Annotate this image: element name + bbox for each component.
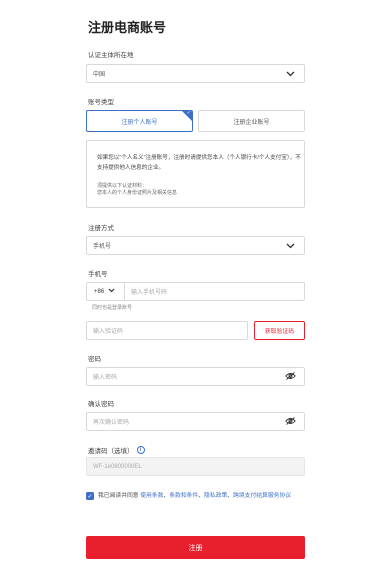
phone-hint: 同时也是登录账号 [92, 305, 133, 311]
confirm-password-label: 确认密码 [88, 401, 114, 408]
account-type-info-panel: 如果您以“个人名义”注册账号，注册时请提供您本人（个人银行卡/个人支付宝），不支… [86, 140, 305, 208]
register-method-label: 注册方式 [88, 225, 114, 232]
invite-code-input: WF-1e0800000EL [86, 457, 305, 476]
register-method-value: 手机号 [93, 244, 112, 250]
verification-code-input[interactable]: 输入验证码 [86, 321, 248, 340]
country-code-select[interactable]: +86 [87, 283, 125, 300]
phone-input-group: +86 输入手机号码 [86, 282, 305, 301]
region-label: 认证主体所在地 [88, 52, 134, 59]
invite-code-label: 邀请码（选填） [88, 448, 134, 455]
privacy-policy-link[interactable]: 隐私政策 [204, 493, 227, 499]
register-method-select[interactable]: 手机号 [86, 236, 305, 255]
password-field[interactable]: 输入密码 [86, 367, 305, 386]
info-icon[interactable]: i [136, 446, 145, 454]
register-button[interactable]: 注册 [86, 536, 305, 559]
requirement-line: 须提供以下认证材料： [97, 183, 148, 189]
requirement-line: 您本人的个人身份证照片及相关信息 [97, 190, 178, 196]
chevron-down-icon [285, 68, 296, 79]
requirements-list: 须提供以下认证材料： 您本人的个人身份证照片及相关信息 [97, 183, 177, 197]
account-type-label: 账号类型 [88, 99, 114, 106]
account-type-info-text: 如果您以“个人名义”注册账号，注册时请提供您本人（个人银行卡/个人支付宝），不支… [97, 155, 301, 171]
payment-agreement-link[interactable]: 跨境支付结算服务协议 [233, 493, 291, 499]
eye-off-icon[interactable] [285, 371, 296, 382]
check-icon: ✓ [186, 110, 191, 116]
account-type-company-option[interactable]: 注册企业账号 [198, 110, 305, 132]
country-code-value: +86 [94, 288, 105, 295]
password-label: 密码 [88, 356, 101, 363]
agreement-prefix: 我已阅读并同意 [98, 493, 139, 499]
password-placeholder: 输入密码 [93, 375, 118, 381]
region-select[interactable]: 中国 [86, 64, 305, 83]
account-type-personal-option[interactable]: 注册个人账号 ✓ [86, 110, 193, 132]
agreement-text: 我已阅读并同意 使用条款、条款和条件、隐私政策、跨境支付结算服务协议 [98, 493, 292, 499]
get-code-button[interactable]: 获取验证码 [254, 321, 305, 340]
terms-of-use-link[interactable]: 使用条款 [140, 493, 163, 499]
phone-label: 手机号 [88, 271, 108, 278]
invite-code-label-row: 邀请码（选填） i [88, 445, 145, 455]
region-value: 中国 [93, 72, 106, 78]
account-type-company-label: 注册企业账号 [233, 119, 270, 126]
eye-off-icon[interactable] [285, 416, 296, 427]
terms-conditions-link[interactable]: 条款和条件 [169, 493, 198, 499]
account-type-personal-label: 注册个人账号 [121, 119, 158, 126]
agreement-checkbox[interactable]: ✓ [86, 492, 94, 500]
chevron-down-icon [285, 240, 296, 251]
agreement-row: ✓ 我已阅读并同意 使用条款、条款和条件、隐私政策、跨境支付结算服务协议 [86, 491, 305, 501]
chevron-down-icon [108, 288, 115, 295]
phone-input[interactable]: 输入手机号码 [125, 287, 167, 296]
confirm-password-placeholder: 再次确认密码 [93, 420, 130, 426]
page-title: 注册电商账号 [88, 20, 167, 35]
confirm-password-field[interactable]: 再次确认密码 [86, 412, 305, 431]
